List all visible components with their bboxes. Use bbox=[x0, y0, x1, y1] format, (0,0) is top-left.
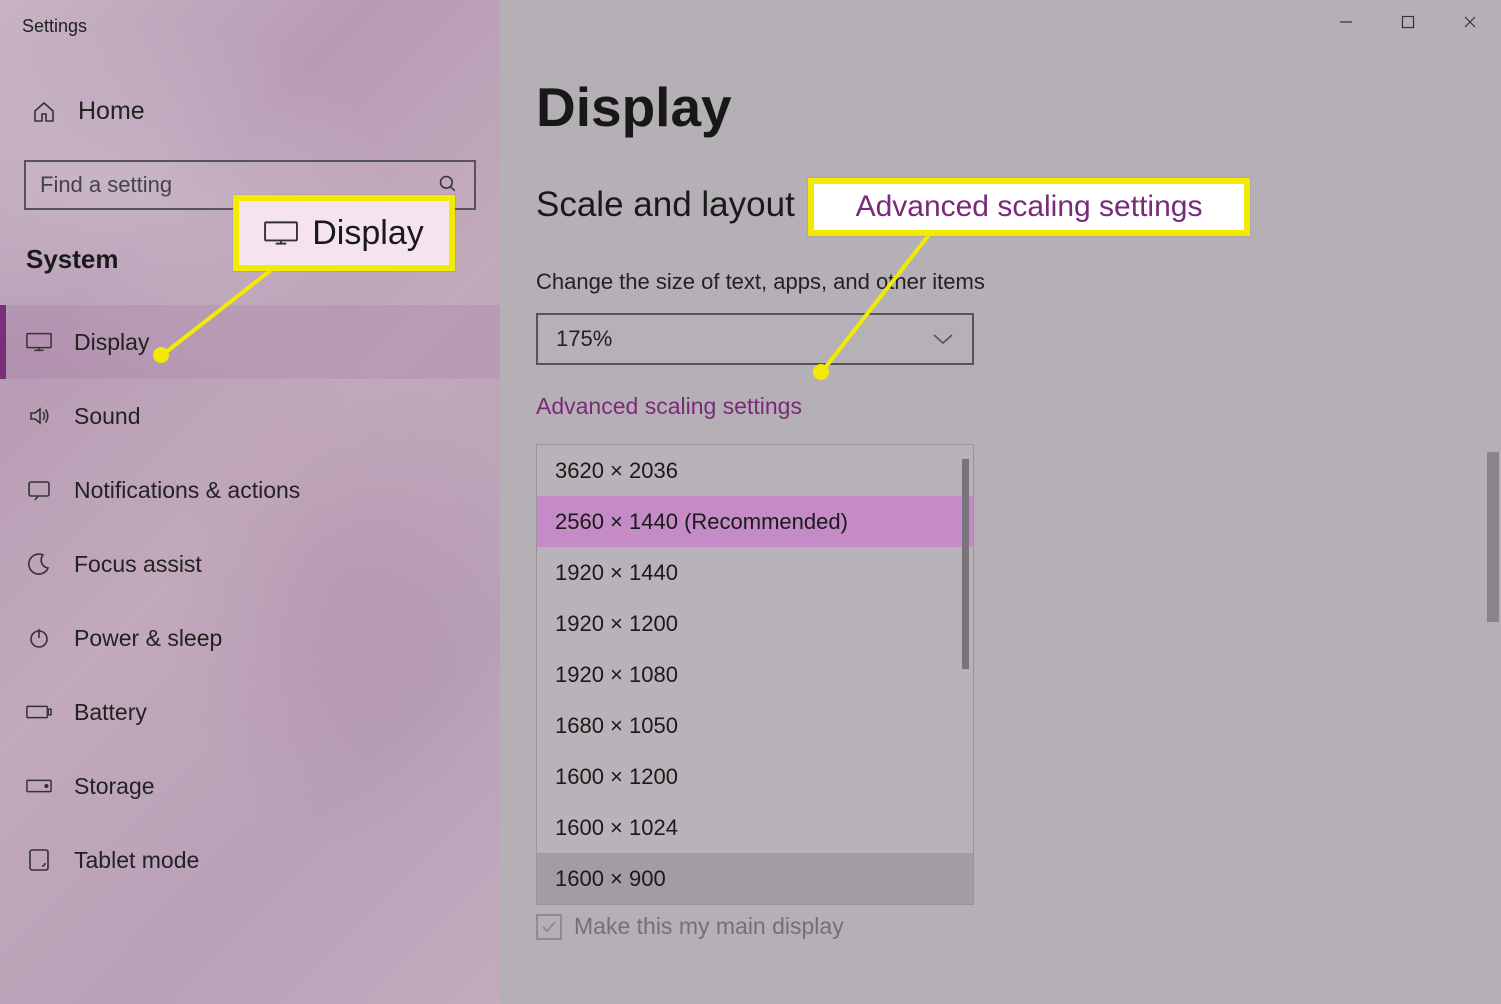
home-icon bbox=[32, 100, 56, 124]
main-display-checkbox[interactable] bbox=[536, 914, 562, 940]
resolution-option[interactable]: 2560 × 1440 (Recommended) bbox=[537, 496, 973, 547]
maximize-button[interactable] bbox=[1377, 0, 1439, 44]
scale-dropdown[interactable]: 175% bbox=[536, 313, 974, 365]
nav-home[interactable]: Home bbox=[0, 87, 500, 136]
annotation-dot bbox=[813, 364, 829, 380]
close-button[interactable] bbox=[1439, 0, 1501, 44]
resolution-option[interactable]: 1920 × 1440 bbox=[537, 547, 973, 598]
resolution-option[interactable]: 1600 × 1200 bbox=[537, 751, 973, 802]
nav-list: Display Sound Notifications & actions bbox=[0, 305, 500, 897]
sidebar-item-label: Battery bbox=[74, 699, 147, 726]
sidebar-item-label: Display bbox=[74, 329, 149, 356]
resolution-option[interactable]: 1920 × 1200 bbox=[537, 598, 973, 649]
tablet-icon bbox=[26, 847, 52, 873]
storage-icon bbox=[26, 773, 52, 799]
sidebar-item-tablet-mode[interactable]: Tablet mode bbox=[0, 823, 500, 897]
callout-display: Display bbox=[233, 195, 455, 271]
resolution-option[interactable]: 1680 × 1050 bbox=[537, 700, 973, 751]
moon-icon bbox=[26, 551, 52, 577]
battery-icon bbox=[26, 699, 52, 725]
window-controls bbox=[1315, 0, 1501, 44]
resolution-option[interactable]: 1920 × 1080 bbox=[537, 649, 973, 700]
resolution-option[interactable]: 1600 × 900 bbox=[537, 853, 973, 904]
sidebar-item-label: Power & sleep bbox=[74, 625, 222, 652]
minimize-button[interactable] bbox=[1315, 0, 1377, 44]
callout-display-label: Display bbox=[312, 214, 423, 253]
search-icon bbox=[438, 174, 460, 196]
sidebar-item-storage[interactable]: Storage bbox=[0, 749, 500, 823]
callout-advanced-label: Advanced scaling settings bbox=[856, 190, 1203, 224]
main-display-row: Make this my main display bbox=[536, 913, 1501, 940]
advanced-scaling-link[interactable]: Advanced scaling settings bbox=[536, 393, 802, 420]
main-content: Display Scale and layout Change the size… bbox=[500, 0, 1501, 1004]
sidebar-item-power-sleep[interactable]: Power & sleep bbox=[0, 601, 500, 675]
sidebar-item-label: Storage bbox=[74, 773, 155, 800]
display-icon bbox=[264, 221, 296, 245]
resolution-listbox[interactable]: 3620 × 2036 2560 × 1440 (Recommended) 19… bbox=[536, 444, 974, 905]
sound-icon bbox=[26, 403, 52, 429]
sidebar-item-battery[interactable]: Battery bbox=[0, 675, 500, 749]
sidebar-item-label: Sound bbox=[74, 403, 141, 430]
main-display-label: Make this my main display bbox=[574, 913, 844, 940]
sidebar-item-label: Tablet mode bbox=[74, 847, 199, 874]
resolution-option[interactable]: 3620 × 2036 bbox=[537, 445, 973, 496]
settings-window: Settings Home System bbox=[0, 0, 1501, 1004]
annotation-dot bbox=[153, 347, 169, 363]
sidebar-item-notifications[interactable]: Notifications & actions bbox=[0, 453, 500, 527]
callout-advanced-scaling: Advanced scaling settings bbox=[808, 178, 1250, 236]
main-scrollbar-thumb[interactable] bbox=[1487, 452, 1499, 622]
sidebar-item-display[interactable]: Display bbox=[0, 305, 500, 379]
sidebar-item-focus-assist[interactable]: Focus assist bbox=[0, 527, 500, 601]
nav-home-label: Home bbox=[78, 97, 145, 126]
display-icon bbox=[26, 329, 52, 355]
notifications-icon bbox=[26, 477, 52, 503]
power-icon bbox=[26, 625, 52, 651]
sidebar-item-label: Focus assist bbox=[74, 551, 202, 578]
app-title: Settings bbox=[0, 0, 500, 57]
sidebar-item-sound[interactable]: Sound bbox=[0, 379, 500, 453]
scale-field-label: Change the size of text, apps, and other… bbox=[536, 269, 1501, 295]
sidebar-item-label: Notifications & actions bbox=[74, 477, 300, 504]
scale-dropdown-value: 175% bbox=[556, 326, 612, 352]
sidebar: Settings Home System bbox=[0, 0, 500, 1004]
listbox-scrollbar-thumb[interactable] bbox=[962, 459, 969, 669]
chevron-down-icon bbox=[932, 332, 954, 346]
resolution-option[interactable]: 1600 × 1024 bbox=[537, 802, 973, 853]
